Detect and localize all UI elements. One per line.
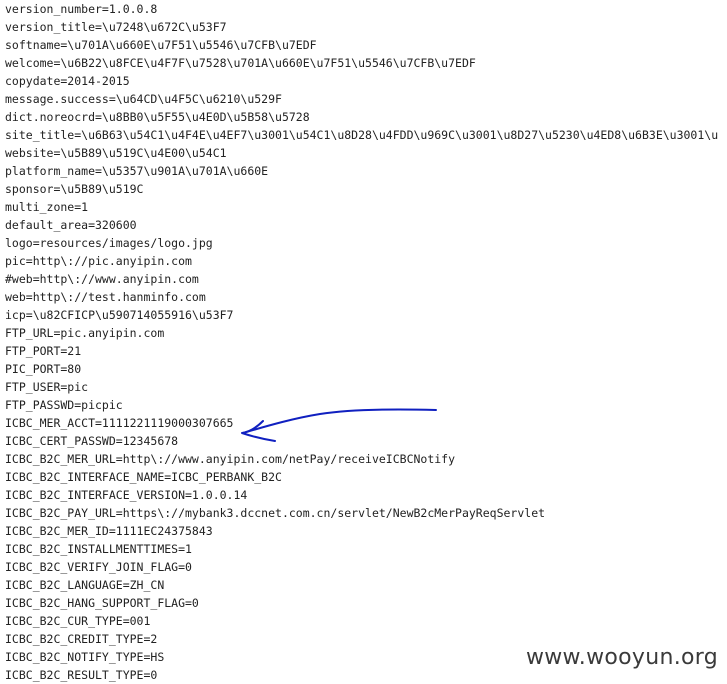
properties-file-view: version_number=1.0.0.8 version_title=\u72… <box>0 0 727 684</box>
file-line: platform_name=\u5357\u901A\u701A\u660E <box>5 164 269 178</box>
file-line: ICBC_B2C_MER_URL=http\://www.anyipin.com… <box>5 452 456 466</box>
file-line: ICBC_B2C_PAY_URL=https\://mybank3.dccnet… <box>5 506 546 520</box>
file-line: #web=http\://www.anyipin.com <box>5 272 199 286</box>
file-line: site_title=\u6B63\u54C1\u4F4E\u4EF7\u300… <box>5 128 719 142</box>
file-line: default_area=320600 <box>5 218 137 232</box>
file-line: welcome=\u6B22\u8FCE\u4F7F\u7528\u701A\u… <box>5 56 476 70</box>
file-line: pic=http\://pic.anyipin.com <box>5 254 192 268</box>
file-line: ICBC_B2C_INSTALLMENTTIMES=1 <box>5 542 192 556</box>
file-line: FTP_PORT=21 <box>5 344 82 358</box>
file-line: FTP_URL=pic.anyipin.com <box>5 326 165 340</box>
file-line: ICBC_B2C_INTERFACE_VERSION=1.0.0.14 <box>5 488 248 502</box>
file-line: ICBC_B2C_MER_ID=1111EC24375843 <box>5 524 213 538</box>
file-line: website=\u5B89\u519C\u4E00\u54C1 <box>5 146 227 160</box>
properties-file-content: version_number=1.0.0.8 version_title=\u72… <box>5 0 727 684</box>
file-line: dict.noreocrd=\u8BB0\u5F55\u4E0D\u5B58\u… <box>5 110 310 124</box>
file-line: PIC_PORT=80 <box>5 362 82 376</box>
file-line: FTP_PASSWD=picpic <box>5 398 123 412</box>
file-line: version_number=1.0.0.8 <box>5 2 158 16</box>
watermark: www.wooyun.org <box>525 645 718 670</box>
file-line: FTP_USER=pic <box>5 380 89 394</box>
file-line: web=http\://test.hanminfo.com <box>5 290 206 304</box>
file-line: ICBC_B2C_LANGUAGE=ZH_CN <box>5 578 165 592</box>
file-line: ICBC_B2C_INTERFACE_NAME=ICBC_PERBANK_B2C <box>5 470 282 484</box>
file-line: sponsor=\u5B89\u519C <box>5 182 144 196</box>
file-line: ICBC_B2C_HANG_SUPPORT_FLAG=0 <box>5 596 199 610</box>
file-line: ICBC_MER_ACCT=1111221119000307665 <box>5 416 234 430</box>
file-line: ICBC_CERT_PASSWD=12345678 <box>5 434 179 448</box>
file-line: softname=\u701A\u660E\u7F51\u5546\u7CFB\… <box>5 38 317 52</box>
file-line: ICBC_B2C_CUR_TYPE=001 <box>5 614 151 628</box>
file-line: icp=\u82CFICP\u590714055916\u53F7 <box>5 308 234 322</box>
file-line: multi_zone=1 <box>5 200 89 214</box>
file-line: copydate=2014-2015 <box>5 74 130 88</box>
file-line: logo=resources/images/logo.jpg <box>5 236 213 250</box>
file-line: ICBC_B2C_VERIFY_JOIN_FLAG=0 <box>5 560 192 574</box>
file-line: version_title=\u7248\u672C\u53F7 <box>5 20 227 34</box>
file-line: message.success=\u64CD\u4F5C\u6210\u529F <box>5 92 282 106</box>
